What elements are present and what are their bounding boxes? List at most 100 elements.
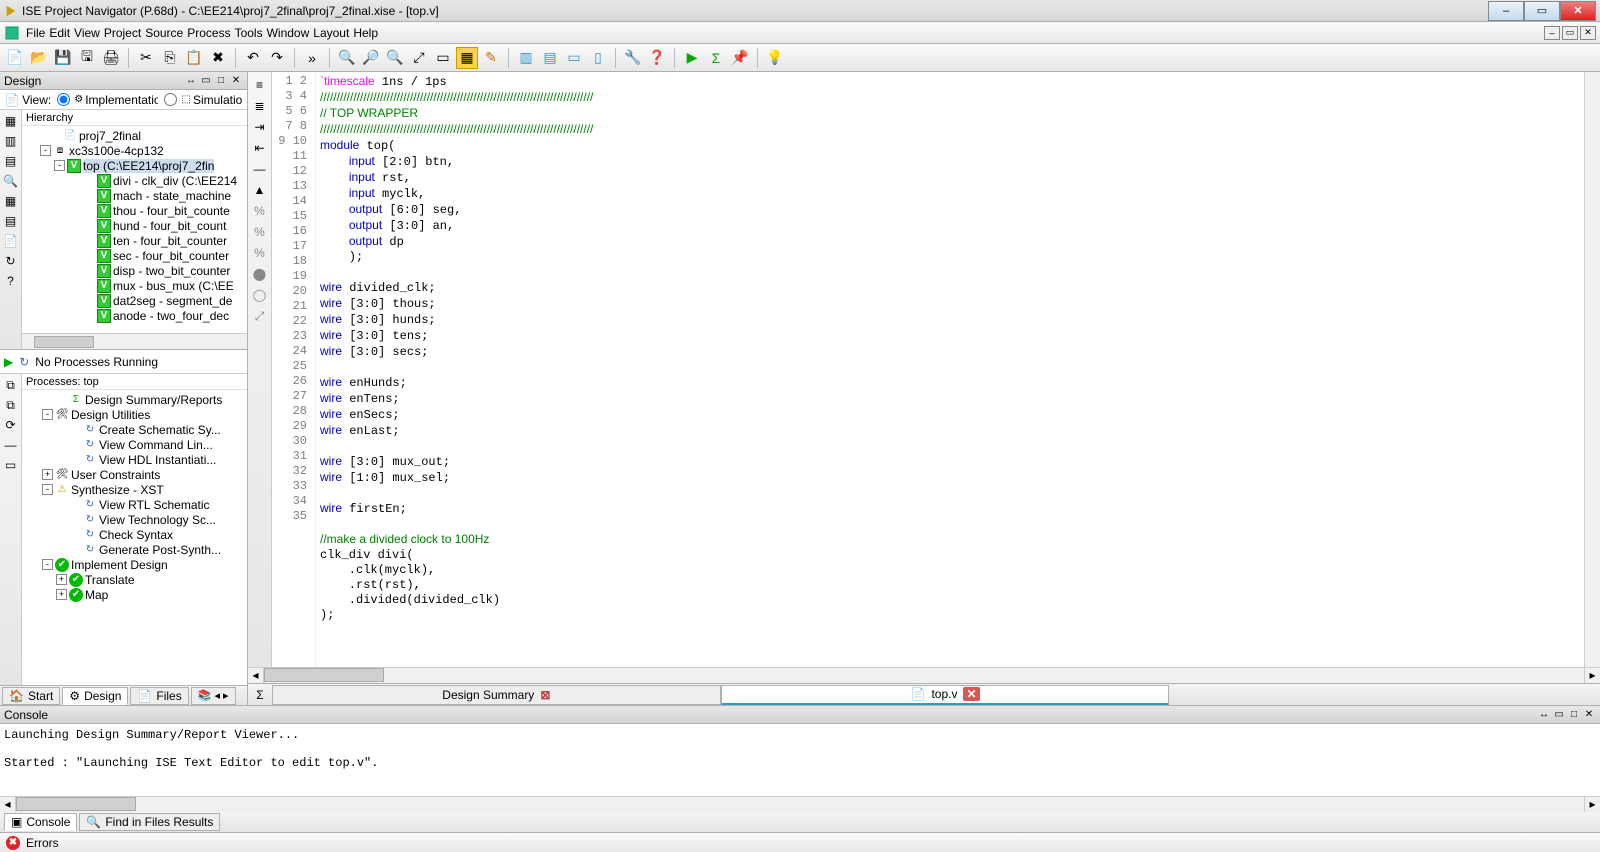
tree-row[interactable]: ↻View Technology Sc... <box>22 512 247 527</box>
tree-row[interactable]: Vdisp - two_bit_counter <box>22 263 247 278</box>
zoom-in-button[interactable]: 🔎 <box>360 47 382 69</box>
doc-tab-sigma-icon[interactable]: Σ <box>248 688 272 702</box>
menu-project[interactable]: Project <box>104 26 141 40</box>
new-button[interactable]: 📄 <box>4 47 26 69</box>
mdi-minimize-button[interactable]: – <box>1544 26 1560 40</box>
menu-tools[interactable]: Tools <box>235 26 263 40</box>
tree-row[interactable]: Vdat2seg - segment_de <box>22 293 247 308</box>
editor-hscroll[interactable]: ◂▸ <box>248 667 1600 683</box>
editor-vscroll[interactable] <box>1584 72 1600 667</box>
tree-row[interactable]: Vmux - bus_mux (C:\EE <box>22 278 247 293</box>
tree-row[interactable]: -⚠Synthesize - XST <box>22 482 247 497</box>
settings-button[interactable]: 🔧 <box>622 47 644 69</box>
menu-edit[interactable]: Edit <box>49 26 70 40</box>
ed-btn-3[interactable]: ⇥ <box>251 118 269 136</box>
ed-btn-1[interactable]: ≡ <box>251 76 269 94</box>
ed-btn-9[interactable]: % <box>251 244 269 262</box>
tab-files[interactable]: 📄Files <box>130 687 188 705</box>
close-icon[interactable]: ⊠ <box>540 688 550 702</box>
hier-btn-3[interactable]: ▤ <box>2 152 20 170</box>
tree-row[interactable]: 📄proj7_2final <box>22 128 247 143</box>
paste-button[interactable]: 📋 <box>183 47 205 69</box>
proc-btn-5[interactable]: ▭ <box>2 456 20 474</box>
console-close-icon[interactable]: ✕ <box>1582 708 1596 722</box>
menu-layout[interactable]: Layout <box>313 26 349 40</box>
window-maximize-button[interactable]: ▭ <box>1524 1 1560 21</box>
run-sigma-button[interactable]: Σ <box>705 47 727 69</box>
proc-btn-4[interactable]: — <box>2 436 20 454</box>
refresh-icon[interactable]: ↻ <box>19 355 29 369</box>
tips-button[interactable]: 💡 <box>764 47 786 69</box>
proc-btn-1[interactable]: ⧉ <box>2 376 20 394</box>
marker-button[interactable]: ✎ <box>480 47 502 69</box>
tree-row[interactable]: +✔Translate <box>22 572 247 587</box>
toolbar-overflow-button[interactable]: » <box>301 47 323 69</box>
tab-start[interactable]: 🏠Start <box>2 687 60 705</box>
delete-button[interactable]: ✖ <box>207 47 229 69</box>
tree-row[interactable]: ↻Create Schematic Sy... <box>22 422 247 437</box>
panel-float-icon[interactable]: ▭ <box>199 74 213 88</box>
print-button[interactable]: 🖨 <box>100 47 122 69</box>
highlight-button[interactable]: ▦ <box>456 47 478 69</box>
error-icon[interactable]: ✖ <box>6 836 20 850</box>
zoom-out-button[interactable]: 🔍 <box>384 47 406 69</box>
hier-btn-6[interactable]: ▤ <box>2 212 20 230</box>
ed-btn-12[interactable]: ⤢ <box>251 307 269 325</box>
tree-row[interactable]: ↻View Command Lin... <box>22 437 247 452</box>
tree-row[interactable]: -🛠Design Utilities <box>22 407 247 422</box>
hier-btn-7[interactable]: 📄 <box>2 232 20 250</box>
tree-row[interactable]: -Vtop (C:\EE214\proj7_2fin <box>22 158 247 173</box>
menu-process[interactable]: Process <box>187 26 230 40</box>
tree-row[interactable]: -✔Implement Design <box>22 557 247 572</box>
proc-btn-3[interactable]: ⟳ <box>2 416 20 434</box>
console-move-icon[interactable]: ↔ <box>1537 708 1551 722</box>
zoom-fit-button[interactable]: ⤢ <box>408 47 430 69</box>
window-close-button[interactable]: ✕ <box>1560 1 1596 21</box>
ed-btn-6[interactable]: ▲ <box>251 181 269 199</box>
console-tab-find[interactable]: 🔍Find in Files Results <box>79 813 220 831</box>
mdi-close-button[interactable]: ✕ <box>1580 26 1596 40</box>
save-all-button[interactable]: 🖫 <box>76 47 98 69</box>
console-tab-console[interactable]: ▣Console <box>4 813 77 831</box>
proc-btn-2[interactable]: ⧉ <box>2 396 20 414</box>
ed-btn-5[interactable]: — <box>251 160 269 178</box>
find-button[interactable]: 🔍 <box>336 47 358 69</box>
tree-row[interactable]: Vdivi - clk_div (C:\EE214 <box>22 173 247 188</box>
panel-close-icon[interactable]: ✕ <box>229 74 243 88</box>
view-impl-radio[interactable] <box>57 93 70 106</box>
undo-button[interactable]: ↶ <box>242 47 264 69</box>
window-minimize-button[interactable]: – <box>1488 1 1524 21</box>
menu-help[interactable]: Help <box>353 26 378 40</box>
copy-button[interactable]: ⎘ <box>159 47 181 69</box>
tab-design[interactable]: ⚙Design <box>62 687 128 705</box>
menu-file[interactable]: File <box>26 26 45 40</box>
ed-btn-10[interactable]: ⬤ <box>251 265 269 283</box>
tree-row[interactable]: +🛠User Constraints <box>22 467 247 482</box>
open-button[interactable]: 📂 <box>28 47 50 69</box>
tree-row[interactable]: Vten - four_bit_counter <box>22 233 247 248</box>
tree-row[interactable]: -⧈xc3s100e-4cp132 <box>22 143 247 158</box>
close-icon[interactable]: ✕ <box>963 687 979 701</box>
console-max-icon[interactable]: □ <box>1567 708 1581 722</box>
hierarchy-tree[interactable]: 📄proj7_2final-⧈xc3s100e-4cp132-Vtop (C:\… <box>22 126 247 333</box>
run-icon[interactable]: ▶ <box>4 355 13 369</box>
zoom-area-button[interactable]: ▭ <box>432 47 454 69</box>
ed-btn-2[interactable]: ≣ <box>251 97 269 115</box>
doc-tab-design-summary[interactable]: Design Summary ⊠ <box>272 685 721 705</box>
menu-view[interactable]: View <box>74 26 100 40</box>
menu-source[interactable]: Source <box>145 26 183 40</box>
mdi-restore-button[interactable]: ▭ <box>1562 26 1578 40</box>
console-float-icon[interactable]: ▭ <box>1552 708 1566 722</box>
tree-row[interactable]: Vanode - two_four_dec <box>22 308 247 323</box>
ed-btn-7[interactable]: % <box>251 202 269 220</box>
menu-window[interactable]: Window <box>267 26 310 40</box>
tree-row[interactable]: ↻Generate Post-Synth... <box>22 542 247 557</box>
tree-row[interactable]: ↻Check Syntax <box>22 527 247 542</box>
tab-more[interactable]: 📚 ◂ ▸ <box>191 687 236 705</box>
window-hor-button[interactable]: ▭ <box>563 47 585 69</box>
hierarchy-scrollbar[interactable] <box>22 333 247 349</box>
tree-row[interactable]: ↻View HDL Instantiati... <box>22 452 247 467</box>
ed-btn-11[interactable]: ◯ <box>251 286 269 304</box>
run-button[interactable]: ▶ <box>681 47 703 69</box>
hier-btn-4[interactable]: 🔍 <box>2 172 20 190</box>
